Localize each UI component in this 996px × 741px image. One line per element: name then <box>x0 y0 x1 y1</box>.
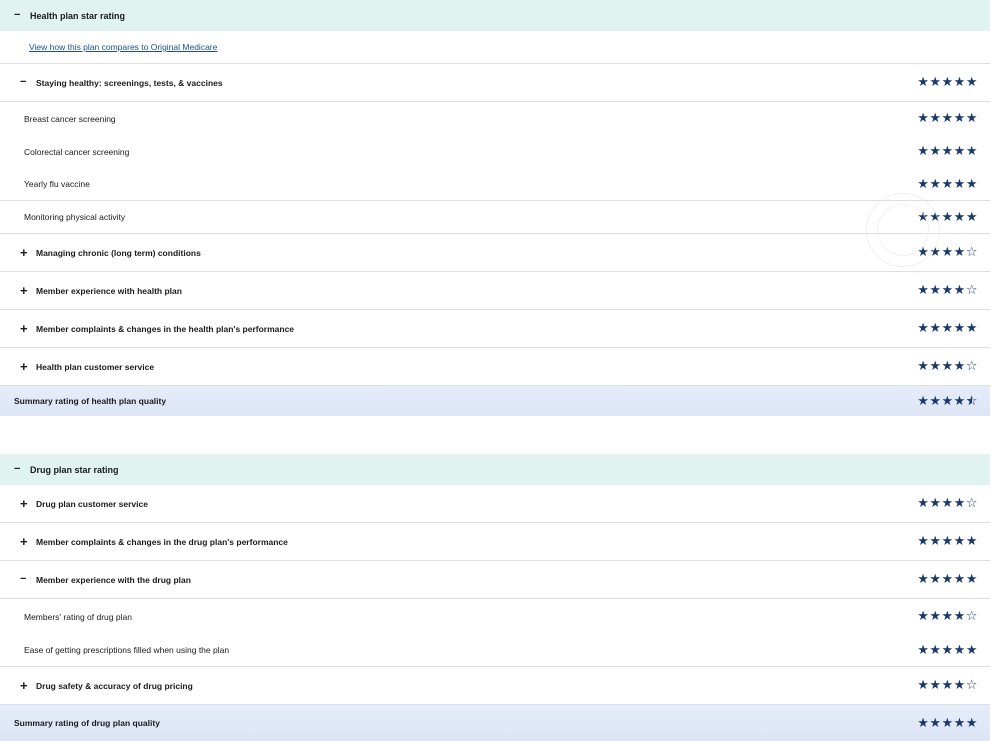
star-rating-summary: ★★★★☆ <box>917 394 978 409</box>
minus-icon: − <box>20 76 27 88</box>
star-rating: ★★★★☆ <box>917 283 978 298</box>
group-row-drug-customer-service[interactable]: + Drug plan customer service ★★★★☆ <box>0 485 990 523</box>
group-row-staying-healthy[interactable]: − Staying healthy: screenings, tests, & … <box>0 64 990 102</box>
item-label: Yearly flu vaccine <box>24 179 90 189</box>
group-label: Health plan customer service <box>36 361 155 372</box>
star-rating: ★★★★★ <box>917 642 978 658</box>
health-plan-header-label-wrap: − Health plan star rating <box>14 10 125 21</box>
plus-icon: + <box>20 245 28 260</box>
star-rating: ★★★★★ <box>917 144 978 159</box>
group-label-wrap: + Member experience with health plan <box>20 284 182 297</box>
group-label: Drug safety & accuracy of drug pricing <box>36 680 193 691</box>
group-label-wrap: − Member experience with the drug plan <box>20 574 191 585</box>
group-label-wrap: + Health plan customer service <box>20 360 154 373</box>
star-rating: ★★★★☆ <box>917 359 978 374</box>
plus-icon: + <box>20 678 28 693</box>
group-label: Member complaints & changes in the drug … <box>36 536 288 547</box>
star-rating: ★★★★★ <box>917 321 978 336</box>
minus-icon: − <box>20 573 27 585</box>
plus-icon: + <box>20 321 28 336</box>
item-label: Colorectal cancer screening <box>24 146 130 157</box>
star-rating: ★★★★☆ <box>917 496 978 511</box>
group-label-wrap: − Staying healthy: screenings, tests, & … <box>20 77 223 88</box>
group-row-customer-service[interactable]: + Health plan customer service ★★★★☆ <box>0 348 990 386</box>
half-star-icon: ☆ <box>966 394 978 409</box>
star-rating: ★★★★★ <box>917 75 978 90</box>
group-label: Member experience with the drug plan <box>36 574 191 585</box>
plus-icon: + <box>20 359 28 374</box>
star-rating: ★★★★★ <box>917 534 978 549</box>
star-rating: ★★★★☆ <box>917 609 978 624</box>
group-row-drug-complaints[interactable]: + Member complaints & changes in the dru… <box>0 523 990 561</box>
item-row-colorectal: Colorectal cancer screening ★★★★★ <box>0 135 990 168</box>
star-rating: ★★★★★ <box>917 209 978 225</box>
group-label-wrap: + Member complaints & changes in the hea… <box>20 322 294 335</box>
drug-plan-header-title: Drug plan star rating <box>30 464 119 475</box>
group-row-drug-safety[interactable]: + Drug safety & accuracy of drug pricing… <box>0 667 990 705</box>
item-label: Breast cancer screening <box>24 113 116 124</box>
item-row-members-rating: Members' rating of drug plan ★★★★☆ <box>0 599 990 634</box>
health-plan-panel: − Health plan star rating View how this … <box>0 0 990 416</box>
group-label: Member experience with health plan <box>36 285 182 296</box>
group-label-wrap: + Member complaints & changes in the dru… <box>20 535 288 548</box>
item-row-flu-vaccine: Yearly flu vaccine ★★★★★ <box>0 168 990 201</box>
group-row-chronic-conditions[interactable]: + Managing chronic (long term) condition… <box>0 234 990 272</box>
star-rating: ★★★★★ <box>917 111 978 126</box>
group-label: Managing chronic (long term) conditions <box>36 247 201 258</box>
drug-plan-panel: − Drug plan star rating + Drug plan cust… <box>0 454 990 741</box>
item-row-breast-cancer: Breast cancer screening ★★★★★ <box>0 102 990 135</box>
group-label-wrap: + Managing chronic (long term) condition… <box>20 246 201 259</box>
compare-original-medicare-link[interactable]: View how this plan compares to Original … <box>29 42 217 52</box>
summary-label: Summary rating of drug plan quality <box>14 718 160 728</box>
group-label: Member complaints & changes in the healt… <box>36 323 295 334</box>
minus-icon: − <box>14 463 21 475</box>
group-label: Staying healthy: screenings, tests, & va… <box>36 77 223 88</box>
plus-icon: + <box>20 496 28 511</box>
item-row-prescriptions-filled: Ease of getting prescriptions filled whe… <box>0 634 990 667</box>
compare-link-row: View how this plan compares to Original … <box>0 31 990 64</box>
drug-summary-row: Summary rating of drug plan quality ★★★★… <box>0 705 990 741</box>
drug-plan-header[interactable]: − Drug plan star rating <box>0 454 990 485</box>
star-rating: ★★★★★ <box>917 572 978 587</box>
group-label-wrap: + Drug safety & accuracy of drug pricing <box>20 679 193 692</box>
summary-label: Summary rating of health plan quality <box>14 396 167 406</box>
star-rating: ★★★★☆ <box>917 245 978 260</box>
star-rating: ★★★★★ <box>917 176 978 192</box>
item-row-physical-activity: Monitoring physical activity ★★★★★ <box>0 201 990 234</box>
group-row-member-experience[interactable]: + Member experience with health plan ★★★… <box>0 272 990 310</box>
group-row-member-complaints[interactable]: + Member complaints & changes in the hea… <box>0 310 990 348</box>
group-label-wrap: + Drug plan customer service <box>20 497 148 510</box>
star-rating: ★★★★☆ <box>917 678 978 693</box>
item-label: Members' rating of drug plan <box>24 611 132 622</box>
drug-plan-header-label-wrap: − Drug plan star rating <box>14 464 119 475</box>
plus-icon: + <box>20 534 28 549</box>
item-label: Ease of getting prescriptions filled whe… <box>24 645 230 655</box>
health-summary-row: Summary rating of health plan quality ★★… <box>0 386 990 416</box>
full-stars: ★★★★ <box>917 393 966 409</box>
minus-icon: − <box>14 9 21 21</box>
item-label: Monitoring physical activity <box>24 212 126 222</box>
group-label: Drug plan customer service <box>36 498 148 509</box>
group-row-drug-member-experience[interactable]: − Member experience with the drug plan ★… <box>0 561 990 599</box>
star-rating-summary: ★★★★★ <box>917 715 978 731</box>
health-plan-header[interactable]: − Health plan star rating <box>0 0 990 31</box>
health-plan-header-title: Health plan star rating <box>30 10 126 21</box>
plus-icon: + <box>20 283 28 298</box>
